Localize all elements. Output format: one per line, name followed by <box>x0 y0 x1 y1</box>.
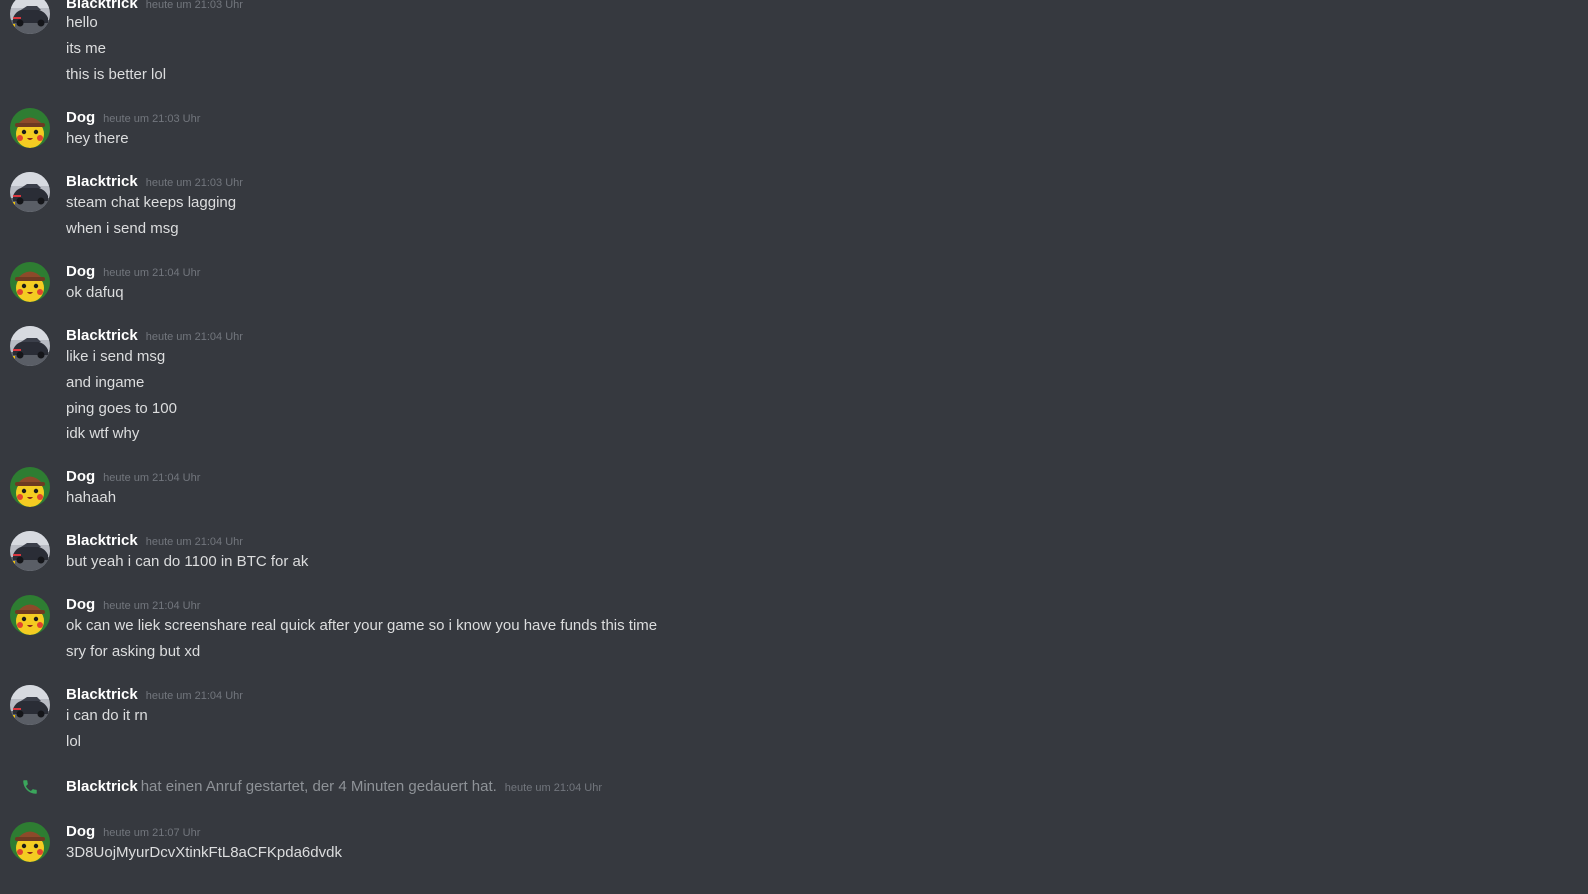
username[interactable]: Dog <box>66 596 95 613</box>
message-header: Blacktrick heute um 21:04 Uhr <box>66 685 243 706</box>
message-header: Blacktrick heute um 21:03 Uhr <box>66 172 243 193</box>
timestamp: heute um 21:04 Uhr <box>103 267 201 279</box>
phone-icon <box>21 778 41 798</box>
message-text: sry for asking but xd <box>66 643 201 660</box>
timestamp: heute um 21:03 Uhr <box>145 0 243 11</box>
car-avatar[interactable] <box>10 172 50 212</box>
username[interactable]: Dog <box>66 468 95 485</box>
username[interactable]: Dog <box>66 823 95 840</box>
username[interactable]: Dog <box>66 109 95 126</box>
car-avatar[interactable] <box>10 531 50 571</box>
timestamp: heute um 21:04 Uhr <box>145 536 243 548</box>
message-text: when i send msg <box>66 220 179 237</box>
pikachu-avatar[interactable] <box>10 822 50 862</box>
timestamp: heute um 21:03 Uhr <box>145 177 243 189</box>
pikachu-avatar[interactable] <box>10 467 50 507</box>
message-header: Blacktrick heute um 21:04 Uhr <box>66 531 243 552</box>
call-description: hat einen Anruf gestartet, der 4 Minuten… <box>140 778 497 795</box>
message-text: 3D8UojMyurDcvXtinkFtL8aCFKpda6dvdk <box>66 844 342 861</box>
message-text: hello <box>66 14 98 31</box>
message-text: ok dafuq <box>66 284 124 301</box>
message-text: its me <box>66 40 107 57</box>
timestamp: heute um 21:04 Uhr <box>103 600 201 612</box>
message-text: lol <box>66 733 82 750</box>
message-text: and ingame <box>66 374 145 391</box>
message-text: steam chat keeps lagging <box>66 194 237 211</box>
username[interactable]: Blacktrick <box>66 686 138 703</box>
timestamp: heute um 21:04 Uhr <box>103 472 201 484</box>
message-text: hahaah <box>66 489 117 506</box>
car-avatar[interactable] <box>10 326 50 366</box>
timestamp: heute um 21:07 Uhr <box>103 827 201 839</box>
pikachu-avatar[interactable] <box>10 595 50 635</box>
message-text: this is better lol <box>66 66 167 83</box>
username[interactable]: Dog <box>66 263 95 280</box>
username[interactable]: Blacktrick <box>66 778 138 795</box>
timestamp: heute um 21:03 Uhr <box>103 113 201 125</box>
pikachu-avatar[interactable] <box>10 262 50 302</box>
message-header: Blacktrick heute um 21:04 Uhr <box>66 326 243 347</box>
message-text: but yeah i can do 1100 in BTC for ak <box>66 553 309 570</box>
message-header: Dog heute um 21:03 Uhr <box>66 108 200 129</box>
message-text: hey there <box>66 130 129 147</box>
message-text: ping goes to 100 <box>66 400 177 417</box>
message-header: Dog heute um 21:04 Uhr <box>66 262 200 283</box>
message-header: Dog heute um 21:07 Uhr <box>66 822 200 843</box>
message-text: idk wtf why <box>66 425 140 442</box>
pikachu-avatar[interactable] <box>10 108 50 148</box>
call-system-text: Blacktrick hat einen Anruf gestartet, der… <box>66 777 602 798</box>
message-text: i can do it rn <box>66 707 148 724</box>
username[interactable]: Blacktrick <box>66 327 138 344</box>
message-text: like i send msg <box>66 348 166 365</box>
chat-messages: Blacktrick heute um 21:03 Uhr hello its m… <box>0 0 1588 894</box>
message-header: Dog heute um 21:04 Uhr <box>66 595 200 616</box>
timestamp: heute um 21:04 Uhr <box>145 690 243 702</box>
message-header: Dog heute um 21:04 Uhr <box>66 467 200 488</box>
car-avatar[interactable] <box>10 685 50 725</box>
car-avatar[interactable] <box>10 0 50 34</box>
timestamp: heute um 21:04 Uhr <box>504 782 603 794</box>
timestamp: heute um 21:04 Uhr <box>145 331 243 343</box>
username[interactable]: Blacktrick <box>66 173 138 190</box>
message-text: ok can we liek screenshare real quick af… <box>66 617 658 634</box>
username[interactable]: Blacktrick <box>66 0 138 12</box>
username[interactable]: Blacktrick <box>66 532 138 549</box>
